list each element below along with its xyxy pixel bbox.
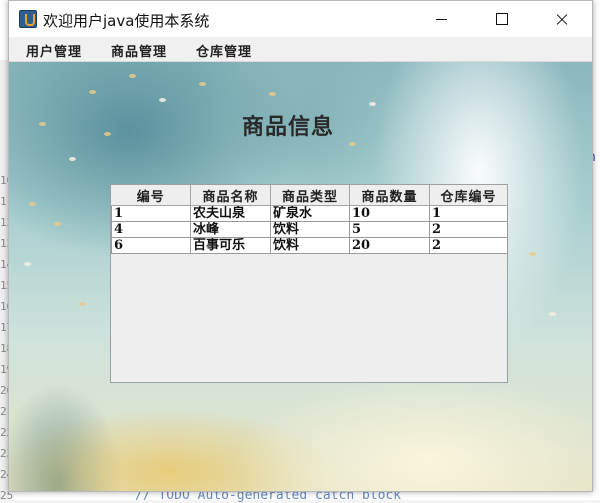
maximize-button[interactable] — [479, 1, 525, 37]
menu-warehouse-management[interactable]: 仓库管理 — [196, 41, 252, 60]
column-header-quantity[interactable]: 商品数量 — [349, 185, 430, 206]
close-button[interactable] — [539, 1, 585, 37]
column-header-product-type[interactable]: 商品类型 — [270, 185, 350, 206]
table-row[interactable]: 4 冰峰 饮料 5 2 — [111, 221, 508, 238]
column-header-id[interactable]: 编号 — [111, 185, 191, 206]
column-header-warehouse-id[interactable]: 仓库编号 — [429, 185, 508, 206]
content-panel: 商品信息 编号 商品名称 商品类型 商品数量 仓库编号 1 农夫山泉 矿泉水 1… — [9, 62, 592, 491]
table-cell[interactable]: 1 — [111, 205, 191, 222]
column-header-product-name[interactable]: 商品名称 — [190, 185, 271, 206]
app-window: 欢迎用户java使用本系统 用户管理 商品管理 仓库管理 商品信息 编号 商品名… — [8, 0, 593, 492]
table-cell[interactable]: 冰峰 — [190, 221, 271, 238]
table-cell[interactable]: 6 — [111, 237, 191, 254]
table-cell[interactable]: 2 — [429, 237, 508, 254]
minimize-button[interactable] — [419, 1, 465, 37]
table-cell[interactable]: 饮料 — [270, 237, 350, 254]
table-cell[interactable]: 百事可乐 — [190, 237, 271, 254]
table-header-row: 编号 商品名称 商品类型 商品数量 仓库编号 — [111, 185, 508, 206]
page-title: 商品信息 — [242, 114, 335, 140]
table-cell[interactable]: 饮料 — [270, 221, 350, 238]
menu-product-management[interactable]: 商品管理 — [111, 41, 167, 60]
table-cell[interactable]: 1 — [429, 205, 508, 222]
table-cell[interactable]: 4 — [111, 221, 191, 238]
menu-user-management[interactable]: 用户管理 — [26, 41, 82, 60]
table-cell[interactable]: 2 — [429, 221, 508, 238]
product-table: 编号 商品名称 商品类型 商品数量 仓库编号 1 农夫山泉 矿泉水 10 1 4… — [111, 185, 508, 254]
menu-bar: 用户管理 商品管理 仓库管理 — [9, 37, 592, 62]
table-row[interactable]: 1 农夫山泉 矿泉水 10 1 — [111, 205, 508, 222]
title-bar[interactable]: 欢迎用户java使用本系统 — [9, 1, 592, 37]
table-cell[interactable]: 5 — [349, 221, 430, 238]
table-cell[interactable]: 矿泉水 — [270, 205, 350, 222]
java-app-icon — [19, 10, 37, 28]
table-cell[interactable]: 农夫山泉 — [190, 205, 271, 222]
table-cell[interactable]: 20 — [349, 237, 430, 254]
product-table-panel: 编号 商品名称 商品类型 商品数量 仓库编号 1 农夫山泉 矿泉水 10 1 4… — [110, 184, 508, 383]
window-title: 欢迎用户java使用本系统 — [43, 12, 210, 30]
table-row[interactable]: 6 百事可乐 饮料 20 2 — [111, 237, 508, 254]
table-cell[interactable]: 10 — [349, 205, 430, 222]
